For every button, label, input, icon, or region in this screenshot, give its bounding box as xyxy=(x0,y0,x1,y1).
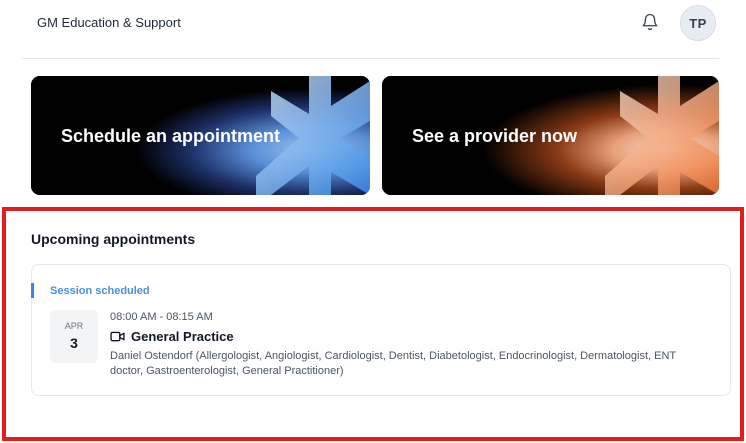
date-day: 3 xyxy=(70,335,78,351)
see-provider-now-card[interactable]: See a provider now xyxy=(382,76,719,195)
date-month: APR xyxy=(64,321,84,331)
appointment-type: General Practice xyxy=(131,329,234,344)
status-label: Session scheduled xyxy=(50,285,150,297)
card-title: Schedule an appointment xyxy=(61,126,281,146)
schedule-appointment-card[interactable]: Schedule an appointment xyxy=(31,76,370,195)
date-badge: APR 3 xyxy=(50,310,98,363)
header-divider xyxy=(22,58,719,59)
appointment-card[interactable]: Session scheduled APR 3 08:00 AM - 08:15… xyxy=(31,264,731,396)
video-icon xyxy=(110,331,125,342)
appointment-time: 08:00 AM - 08:15 AM xyxy=(110,311,213,323)
bell-icon[interactable] xyxy=(641,13,659,31)
top-header: GM Education & Support TP xyxy=(0,0,746,46)
status-indicator xyxy=(31,283,34,298)
user-avatar[interactable]: TP xyxy=(680,5,716,41)
provider-details: Daniel Ostendorf (Allergologist, Angiolo… xyxy=(110,350,676,377)
brand-name: GM Education & Support xyxy=(37,15,181,30)
upcoming-appointments-title: Upcoming appointments xyxy=(31,231,196,247)
card-title: See a provider now xyxy=(412,126,578,146)
